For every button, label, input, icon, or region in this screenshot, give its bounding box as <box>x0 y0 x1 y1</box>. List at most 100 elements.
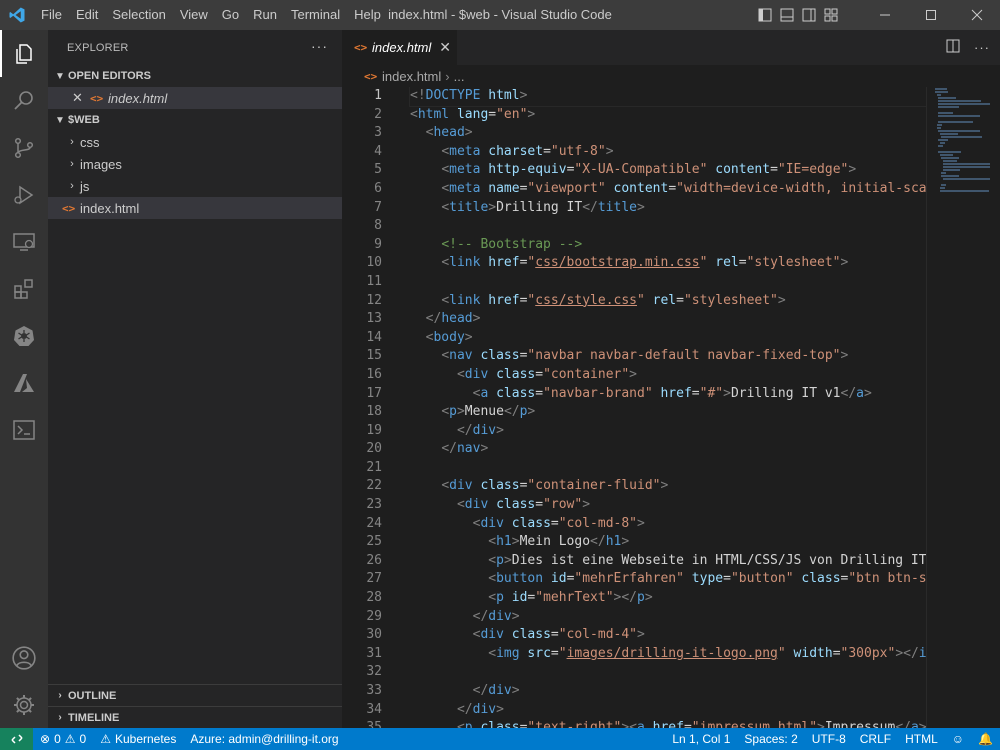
language-mode[interactable]: HTML <box>898 732 945 746</box>
code-line[interactable]: <p class="text-right"><a href="impressum… <box>410 719 926 728</box>
code-line[interactable]: <p>Menue</p> <box>410 403 926 422</box>
menu-selection[interactable]: Selection <box>105 0 172 30</box>
code-line[interactable]: </div> <box>410 422 926 441</box>
source-control-icon[interactable] <box>0 124 48 171</box>
kubernetes-icon[interactable] <box>0 312 48 359</box>
terminal-icon[interactable] <box>0 406 48 453</box>
code-line[interactable]: <a class="navbar-brand" href="#">Drillin… <box>410 385 926 404</box>
code-line[interactable]: </head> <box>410 310 926 329</box>
code-line[interactable]: <link href="css/bootstrap.min.css" rel="… <box>410 254 926 273</box>
code-line[interactable]: <head> <box>410 124 926 143</box>
folder-item-js[interactable]: › js <box>48 175 342 197</box>
azure-account-status[interactable]: Azure: admin@drilling-it.org <box>183 732 345 746</box>
code-line[interactable]: <title>Drilling IT</title> <box>410 199 926 218</box>
line-number: 24 <box>366 515 382 531</box>
menu-go[interactable]: Go <box>215 0 246 30</box>
settings-gear-icon[interactable] <box>0 681 48 728</box>
menu-run[interactable]: Run <box>246 0 284 30</box>
code-line[interactable]: <div class="col-md-4"> <box>410 626 926 645</box>
run-debug-icon[interactable] <box>0 171 48 218</box>
problems-indicator[interactable]: ⊗ 0 ⚠ 0 <box>33 732 93 746</box>
chevron-down-icon: ▼ <box>55 114 65 126</box>
remote-explorer-icon[interactable] <box>0 218 48 265</box>
code-line[interactable] <box>410 663 926 682</box>
minimap-line <box>938 115 980 117</box>
tab-index-html[interactable]: <> index.html ✕ <box>342 30 457 65</box>
indentation-status[interactable]: Spaces: 2 <box>737 732 804 746</box>
search-icon[interactable] <box>0 77 48 124</box>
customize-layout-icon[interactable] <box>820 0 842 30</box>
code-line[interactable]: <div class="row"> <box>410 496 926 515</box>
menu-help[interactable]: Help <box>347 0 388 30</box>
code-line[interactable]: <button id="mehrErfahren" type="button" … <box>410 570 926 589</box>
timeline-section[interactable]: › TIMELINE <box>48 706 342 728</box>
tab-label: index.html <box>372 40 432 55</box>
code-line[interactable] <box>410 273 926 292</box>
code-line[interactable]: <meta charset="utf-8"> <box>410 143 926 162</box>
minimap-line <box>943 178 991 180</box>
code-line[interactable]: <meta http-equiv="X-UA-Compatible" conte… <box>410 161 926 180</box>
toggle-panel-icon[interactable] <box>776 0 798 30</box>
code-line[interactable]: <link href="css/style.css" rel="styleshe… <box>410 292 926 311</box>
code-line[interactable]: <p id="mehrText"></p> <box>410 589 926 608</box>
breadcrumb-more[interactable]: ... <box>454 69 465 84</box>
code-line[interactable]: <meta name="viewport" content="width=dev… <box>410 180 926 199</box>
notifications-bell-icon[interactable]: 🔔 <box>971 732 1000 746</box>
code-line[interactable]: <!-- Bootstrap --> <box>410 236 926 255</box>
cursor-position[interactable]: Ln 1, Col 1 <box>665 732 737 746</box>
explorer-icon[interactable] <box>0 30 48 77</box>
more-actions-icon[interactable]: ··· <box>311 38 328 54</box>
editor-tabs: <> index.html ✕ ··· <box>342 30 1000 65</box>
code-line[interactable]: <div class="col-md-8"> <box>410 515 926 534</box>
open-editor-item[interactable]: ✕ <> index.html <box>48 87 342 109</box>
code-line[interactable]: <html lang="en"> <box>410 106 926 125</box>
extensions-icon[interactable] <box>0 265 48 312</box>
outline-section[interactable]: › OUTLINE <box>48 684 342 706</box>
open-editors-section[interactable]: ▼ OPEN EDITORS <box>48 65 342 87</box>
code-line[interactable]: <div class="container"> <box>410 366 926 385</box>
code-editor[interactable]: 1 2 3 4 5 6 7 8 9 10 11 12 13 14 15 16 17 18 19 20 21 22 23 24 2… <box>342 87 926 728</box>
file-item-index-html[interactable]: <> index.html <box>48 197 342 219</box>
code-line[interactable]: </nav> <box>410 440 926 459</box>
code-line[interactable]: <body> <box>410 329 926 348</box>
code-line[interactable]: <p>Dies ist eine Webseite in HTML/CSS/JS… <box>410 552 926 571</box>
code-line[interactable]: <!DOCTYPE html> <box>409 87 926 107</box>
workspace-section[interactable]: ▼ $WEB <box>48 109 342 131</box>
toggle-primary-sidebar-icon[interactable] <box>754 0 776 30</box>
close-tab-icon[interactable]: ✕ <box>439 39 451 56</box>
line-number: 22 <box>366 478 382 494</box>
kubernetes-status[interactable]: ⚠ Kubernetes <box>93 732 183 746</box>
maximize-icon[interactable] <box>908 0 954 30</box>
folder-item-images[interactable]: › images <box>48 153 342 175</box>
account-icon[interactable] <box>0 634 48 681</box>
code-line[interactable] <box>410 217 926 236</box>
close-window-icon[interactable] <box>954 0 1000 30</box>
minimize-icon[interactable] <box>862 0 908 30</box>
code-line[interactable]: </div> <box>410 608 926 627</box>
encoding-status[interactable]: UTF-8 <box>805 732 853 746</box>
menu-file[interactable]: File <box>34 0 69 30</box>
folder-item-css[interactable]: › css <box>48 131 342 153</box>
code-line[interactable]: <nav class="navbar navbar-default navbar… <box>410 347 926 366</box>
remote-indicator-icon[interactable] <box>0 728 33 750</box>
eol-status[interactable]: CRLF <box>853 732 898 746</box>
code-line[interactable]: <h1>Mein Logo</h1> <box>410 533 926 552</box>
close-editor-icon[interactable]: ✕ <box>72 90 90 106</box>
more-actions-icon[interactable]: ··· <box>974 40 990 55</box>
toggle-secondary-sidebar-icon[interactable] <box>798 0 820 30</box>
menu-edit[interactable]: Edit <box>69 0 105 30</box>
feedback-icon[interactable]: ☺ <box>945 732 971 746</box>
code-line[interactable]: </div> <box>410 701 926 720</box>
code-line[interactable] <box>410 459 926 478</box>
menu-view[interactable]: View <box>173 0 215 30</box>
code-line[interactable]: <img src="images/drilling-it-logo.png" w… <box>410 645 926 664</box>
menu-terminal[interactable]: Terminal <box>284 0 347 30</box>
split-editor-icon[interactable] <box>946 39 960 56</box>
minimap[interactable] <box>926 87 1000 728</box>
azure-icon[interactable] <box>0 359 48 406</box>
breadcrumb-file[interactable]: index.html <box>382 69 441 84</box>
code-line[interactable]: <div class="container-fluid"> <box>410 477 926 496</box>
code-lines[interactable]: <!DOCTYPE html> <html lang="en"> <head> <… <box>409 87 926 728</box>
code-line[interactable]: </div> <box>410 682 926 701</box>
timeline-label: TIMELINE <box>68 711 120 724</box>
